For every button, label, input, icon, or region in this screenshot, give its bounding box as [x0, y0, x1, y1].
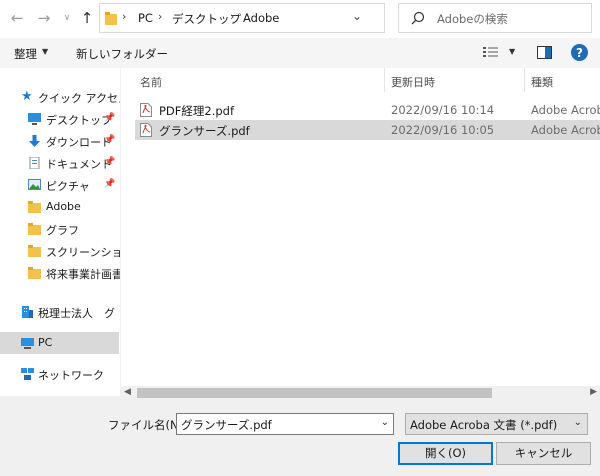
pin-icon: 📌	[104, 113, 116, 123]
folder-icon	[28, 245, 41, 257]
nav-item-network[interactable]: ネットワーク	[0, 363, 119, 385]
desktop-icon	[28, 113, 41, 125]
breadcrumb-adobe[interactable]: Adobe	[243, 11, 279, 25]
nav-item-documents[interactable]: ドキュメント 📌	[0, 152, 119, 174]
building-icon	[22, 306, 33, 318]
forward-arrow-icon[interactable]: →	[35, 9, 53, 27]
filename-input[interactable]	[181, 417, 371, 432]
document-icon	[29, 157, 40, 169]
folder-icon	[28, 267, 41, 279]
breadcrumb-pc[interactable]: PC	[138, 11, 153, 25]
organize-button[interactable]: 整理	[14, 46, 37, 62]
open-button[interactable]: 開く(O)	[398, 442, 493, 465]
file-type: Adobe Acrobat Document	[531, 103, 600, 117]
file-row-selected[interactable]: グランサーズ.pdf 2022/09/16 10:05 Adobe Acroba…	[135, 120, 600, 140]
nav-label: ピクチャ	[46, 180, 90, 193]
breadcrumb-separator-icon: ›	[158, 10, 163, 23]
nav-label: クイック アクセス	[38, 92, 120, 105]
nav-label: ドキュメント	[46, 158, 112, 171]
scroll-left-icon[interactable]: ◀	[124, 387, 131, 397]
nav-label: PC	[38, 336, 53, 349]
network-icon	[21, 368, 34, 380]
file-row[interactable]: PDF経理2.pdf 2022/09/16 10:14 Adobe Acroba…	[135, 100, 600, 120]
recent-dropdown-icon[interactable]: ∨	[58, 9, 76, 27]
file-date: 2022/09/16 10:14	[391, 103, 495, 117]
nav-quick-access[interactable]: ★ クイック アクセス	[0, 86, 120, 108]
nav-item-adobe[interactable]: Adobe	[0, 196, 119, 218]
folder-icon	[28, 223, 41, 235]
path-box[interactable]: › PC › デスクトップ › Adobe ⌄	[99, 3, 477, 33]
pin-icon: 📌	[104, 135, 116, 145]
view-details-icon[interactable]	[483, 46, 499, 59]
svg-text:?: ?	[576, 46, 583, 60]
help-icon[interactable]: ?	[571, 44, 588, 61]
pdf-file-icon	[140, 103, 152, 117]
address-bar: ← → ∨ ↑ › PC › デスクトップ › Adobe ⌄	[0, 0, 600, 38]
nav-label: スクリーンショット	[46, 246, 120, 259]
file-date: 2022/09/16 10:05	[391, 123, 495, 137]
pictures-icon	[28, 179, 41, 190]
breadcrumb-separator-icon: ›	[230, 10, 235, 23]
nav-label: 税理士法人 グ	[38, 307, 115, 320]
chevron-down-icon[interactable]: ⌄	[381, 417, 389, 428]
nav-item-pictures[interactable]: ピクチャ 📌	[0, 174, 119, 196]
pin-icon: 📌	[104, 157, 116, 167]
nav-item-screenshots[interactable]: スクリーンショット	[0, 240, 120, 262]
horizontal-scrollbar[interactable]: ◀ ▶	[121, 386, 600, 400]
back-arrow-icon[interactable]: ←	[8, 9, 26, 27]
column-divider[interactable]	[384, 68, 385, 92]
filetype-select[interactable]: Adobe Acroba 文書 (*.pdf) ⌄	[405, 413, 588, 435]
scroll-right-icon[interactable]: ▶	[590, 387, 597, 397]
search-input[interactable]	[437, 10, 587, 27]
nav-item-desktop[interactable]: デスクトップ 📌	[0, 108, 119, 130]
caret-down-icon: ▼	[42, 47, 49, 56]
chevron-down-icon: ⌄	[573, 417, 582, 428]
nav-label: グラフ	[46, 224, 79, 237]
column-header-date[interactable]: 更新日時	[391, 74, 435, 90]
preview-pane-icon[interactable]	[537, 46, 552, 59]
pdf-file-icon	[140, 123, 152, 137]
nav-label: 将来事業計画書	[46, 268, 120, 281]
scrollbar-thumb[interactable]	[137, 388, 492, 398]
chevron-down-icon[interactable]: ⌄	[352, 9, 362, 23]
nav-label: Adobe	[46, 200, 81, 213]
navigation-pane: ★ クイック アクセス デスクトップ 📌 ダウンロード 📌 ドキュメント 📌 ピ…	[0, 68, 120, 396]
filename-combobox[interactable]: ⌄	[176, 413, 394, 435]
folder-icon	[105, 12, 117, 25]
column-divider[interactable]	[524, 68, 525, 92]
star-icon: ★	[21, 89, 33, 104]
search-box[interactable]	[398, 3, 592, 33]
caret-down-icon[interactable]: ▼	[509, 47, 515, 56]
nav-item-downloads[interactable]: ダウンロード 📌	[0, 130, 119, 152]
nav-item-onedrive-business[interactable]: 税理士法人 グ	[0, 301, 119, 323]
pin-icon: 📌	[104, 179, 116, 189]
file-list: ^ 名前 更新日時 種類 PDF経理2.pdf 2022/09/16 10:14…	[121, 68, 600, 386]
cancel-button[interactable]: キャンセル	[496, 442, 591, 465]
file-type: Adobe Acrobat Document	[531, 123, 600, 137]
nav-item-pc[interactable]: PC	[0, 332, 119, 354]
command-bar: 整理 ▼ 新しいフォルダー ▼ ?	[0, 38, 600, 68]
sort-ascending-icon: ^	[255, 68, 263, 75]
dialog-footer: ファイル名(N): ⌄ Adobe Acroba 文書 (*.pdf) ⌄ 開く…	[0, 400, 600, 476]
up-arrow-icon[interactable]: ↑	[78, 9, 96, 27]
nav-item-business-plan[interactable]: 将来事業計画書	[0, 262, 120, 284]
breadcrumb-separator-icon: ›	[122, 10, 127, 23]
column-header-type[interactable]: 種類	[531, 74, 553, 90]
nav-label: ネットワーク	[38, 369, 104, 382]
file-name: グランサーズ.pdf	[159, 124, 250, 138]
nav-label: ダウンロード	[46, 136, 112, 149]
column-header-name[interactable]: 名前	[140, 74, 162, 90]
computer-icon	[21, 338, 34, 349]
filetype-value: Adobe Acroba 文書 (*.pdf)	[410, 418, 558, 432]
new-folder-button[interactable]: 新しいフォルダー	[76, 46, 168, 62]
folder-icon	[28, 201, 41, 213]
file-name: PDF経理2.pdf	[159, 104, 235, 118]
nav-label: デスクトップ	[46, 114, 112, 127]
nav-item-graph[interactable]: グラフ	[0, 218, 119, 240]
download-arrow-icon	[29, 135, 40, 147]
search-icon	[411, 11, 425, 25]
